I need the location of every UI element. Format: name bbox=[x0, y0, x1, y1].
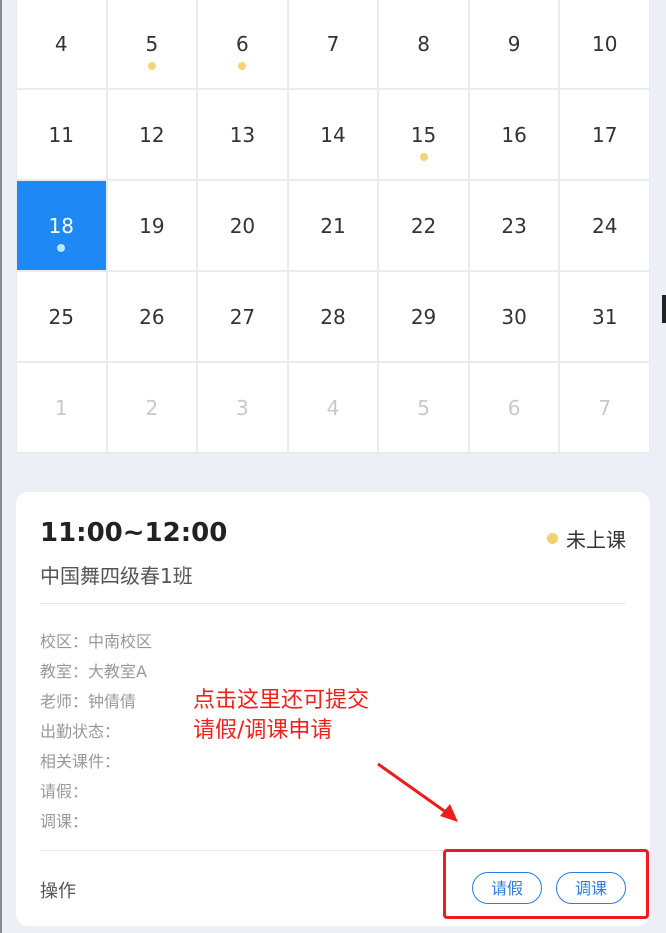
day-number: 17 bbox=[591, 122, 618, 147]
calendar-day[interactable]: 16 bbox=[469, 90, 559, 179]
calendar-day[interactable]: 14 bbox=[288, 90, 378, 179]
window-edge bbox=[0, 0, 2, 933]
day-number: 25 bbox=[48, 304, 74, 329]
day-number: 4 bbox=[54, 31, 68, 56]
calendar-day[interactable]: 24 bbox=[560, 181, 649, 270]
day-number: 14 bbox=[320, 122, 346, 147]
day-number: 10 bbox=[591, 31, 618, 56]
day-number: 7 bbox=[598, 395, 612, 420]
calendar-day[interactable]: 25 bbox=[17, 272, 106, 361]
info-courseware: 相关课件： bbox=[40, 752, 121, 771]
info-attendance: 出勤状态： bbox=[40, 722, 121, 741]
calendar-day[interactable]: 13 bbox=[198, 90, 287, 179]
calendar-day[interactable]: 15 bbox=[379, 90, 468, 179]
calendar-day[interactable]: 20 bbox=[198, 181, 287, 270]
day-number: 26 bbox=[139, 304, 165, 329]
status-text: 未上课 bbox=[566, 528, 626, 552]
day-number: 22 bbox=[410, 213, 437, 238]
day-number: 5 bbox=[145, 31, 159, 56]
calendar-day[interactable]: 3 bbox=[198, 363, 287, 452]
calendar-day[interactable]: 4 bbox=[17, 0, 106, 88]
calendar-day[interactable]: 19 bbox=[107, 181, 197, 270]
day-number: 30 bbox=[501, 304, 527, 329]
annotation-arrow-icon bbox=[377, 762, 458, 822]
scrollbar-thumb[interactable] bbox=[662, 295, 666, 323]
event-dot-icon bbox=[147, 62, 156, 70]
calendar-day[interactable]: 30 bbox=[469, 272, 559, 361]
day-number: 8 bbox=[417, 31, 430, 56]
calendar-day[interactable]: 10 bbox=[560, 0, 649, 88]
calendar-day[interactable]: 7 bbox=[288, 0, 378, 88]
calendar-day[interactable]: 4 bbox=[288, 363, 378, 452]
day-number: 31 bbox=[591, 304, 618, 329]
calendar-day[interactable]: 22 bbox=[379, 181, 468, 270]
info-teacher: 老师：钟倩倩 bbox=[40, 692, 137, 711]
day-number: 7 bbox=[326, 31, 340, 56]
day-number: 15 bbox=[410, 122, 437, 147]
day-number: 19 bbox=[139, 213, 165, 238]
calendar-day[interactable]: 6 bbox=[198, 0, 287, 88]
course-time: 11:00~12:00 bbox=[40, 518, 228, 548]
day-number: 29 bbox=[410, 304, 437, 329]
event-dot-icon bbox=[57, 244, 66, 252]
status-dot-icon bbox=[547, 533, 558, 544]
day-number: 6 bbox=[236, 31, 249, 56]
day-number: 6 bbox=[507, 395, 521, 420]
annotation-text: 点击这里还可提交 请假/调课申请 bbox=[193, 688, 370, 743]
calendar-day[interactable]: 1 bbox=[17, 363, 106, 452]
day-number: 3 bbox=[236, 395, 249, 420]
day-number: 18 bbox=[48, 213, 74, 238]
day-number: 12 bbox=[139, 122, 165, 147]
class-name: 中国舞四级春1班 bbox=[40, 564, 193, 588]
course-status: 未上课 bbox=[547, 524, 626, 553]
calendar-day[interactable]: 2 bbox=[107, 363, 197, 452]
day-number: 13 bbox=[229, 122, 256, 147]
day-number: 2 bbox=[145, 395, 159, 420]
operations-label: 操作 bbox=[40, 881, 76, 902]
day-number: 20 bbox=[229, 213, 256, 238]
day-number: 4 bbox=[326, 395, 340, 420]
day-number: 16 bbox=[501, 122, 527, 147]
calendar-day[interactable]: 8 bbox=[379, 0, 468, 88]
calendar-day[interactable]: 7 bbox=[560, 363, 649, 452]
day-number: 11 bbox=[48, 122, 74, 147]
info-campus: 校区：中南校区 bbox=[40, 632, 153, 651]
calendar-day[interactable]: 23 bbox=[469, 181, 559, 270]
event-dot-icon bbox=[238, 62, 247, 70]
calendar-day[interactable]: 5 bbox=[379, 363, 468, 452]
calendar-day[interactable]: 26 bbox=[107, 272, 197, 361]
day-number: 24 bbox=[591, 213, 618, 238]
calendar-day[interactable]: 12 bbox=[107, 90, 197, 179]
event-dot-icon bbox=[419, 153, 428, 161]
day-number: 23 bbox=[501, 213, 527, 238]
calendar-day-selected[interactable]: 18 bbox=[17, 181, 106, 270]
calendar-day[interactable]: 9 bbox=[469, 0, 559, 88]
calendar-day[interactable]: 28 bbox=[288, 272, 378, 361]
calendar-day[interactable]: 31 bbox=[560, 272, 649, 361]
day-number: 28 bbox=[320, 304, 346, 329]
day-number: 9 bbox=[507, 31, 521, 56]
day-number: 1 bbox=[54, 395, 68, 420]
divider bbox=[40, 603, 626, 604]
day-number: 27 bbox=[229, 304, 256, 329]
calendar-day[interactable]: 17 bbox=[560, 90, 649, 179]
calendar-day[interactable]: 27 bbox=[198, 272, 287, 361]
info-adjust: 调课： bbox=[40, 812, 89, 831]
info-classroom: 教室：大教室A bbox=[40, 662, 147, 681]
calendar-day[interactable]: 21 bbox=[288, 181, 378, 270]
calendar-day[interactable]: 6 bbox=[469, 363, 559, 452]
day-number: 21 bbox=[320, 213, 346, 238]
calendar-day[interactable]: 11 bbox=[17, 90, 106, 179]
calendar-day[interactable]: 29 bbox=[379, 272, 468, 361]
day-number: 5 bbox=[417, 395, 430, 420]
annotation-highlight-box bbox=[443, 849, 649, 919]
calendar-grid: 4 5 6 7 8 9 10 11 12 13 14 15 16 17 18 19 20 21 22 23 24 25 26… bbox=[16, 0, 650, 454]
calendar-day[interactable]: 5 bbox=[107, 0, 197, 88]
info-leave: 请假： bbox=[40, 782, 89, 801]
course-info-list: 校区：中南校区 教室：大教室A 老师：钟倩倩 出勤状态： 相关课件： 请假： 调… bbox=[40, 627, 152, 837]
